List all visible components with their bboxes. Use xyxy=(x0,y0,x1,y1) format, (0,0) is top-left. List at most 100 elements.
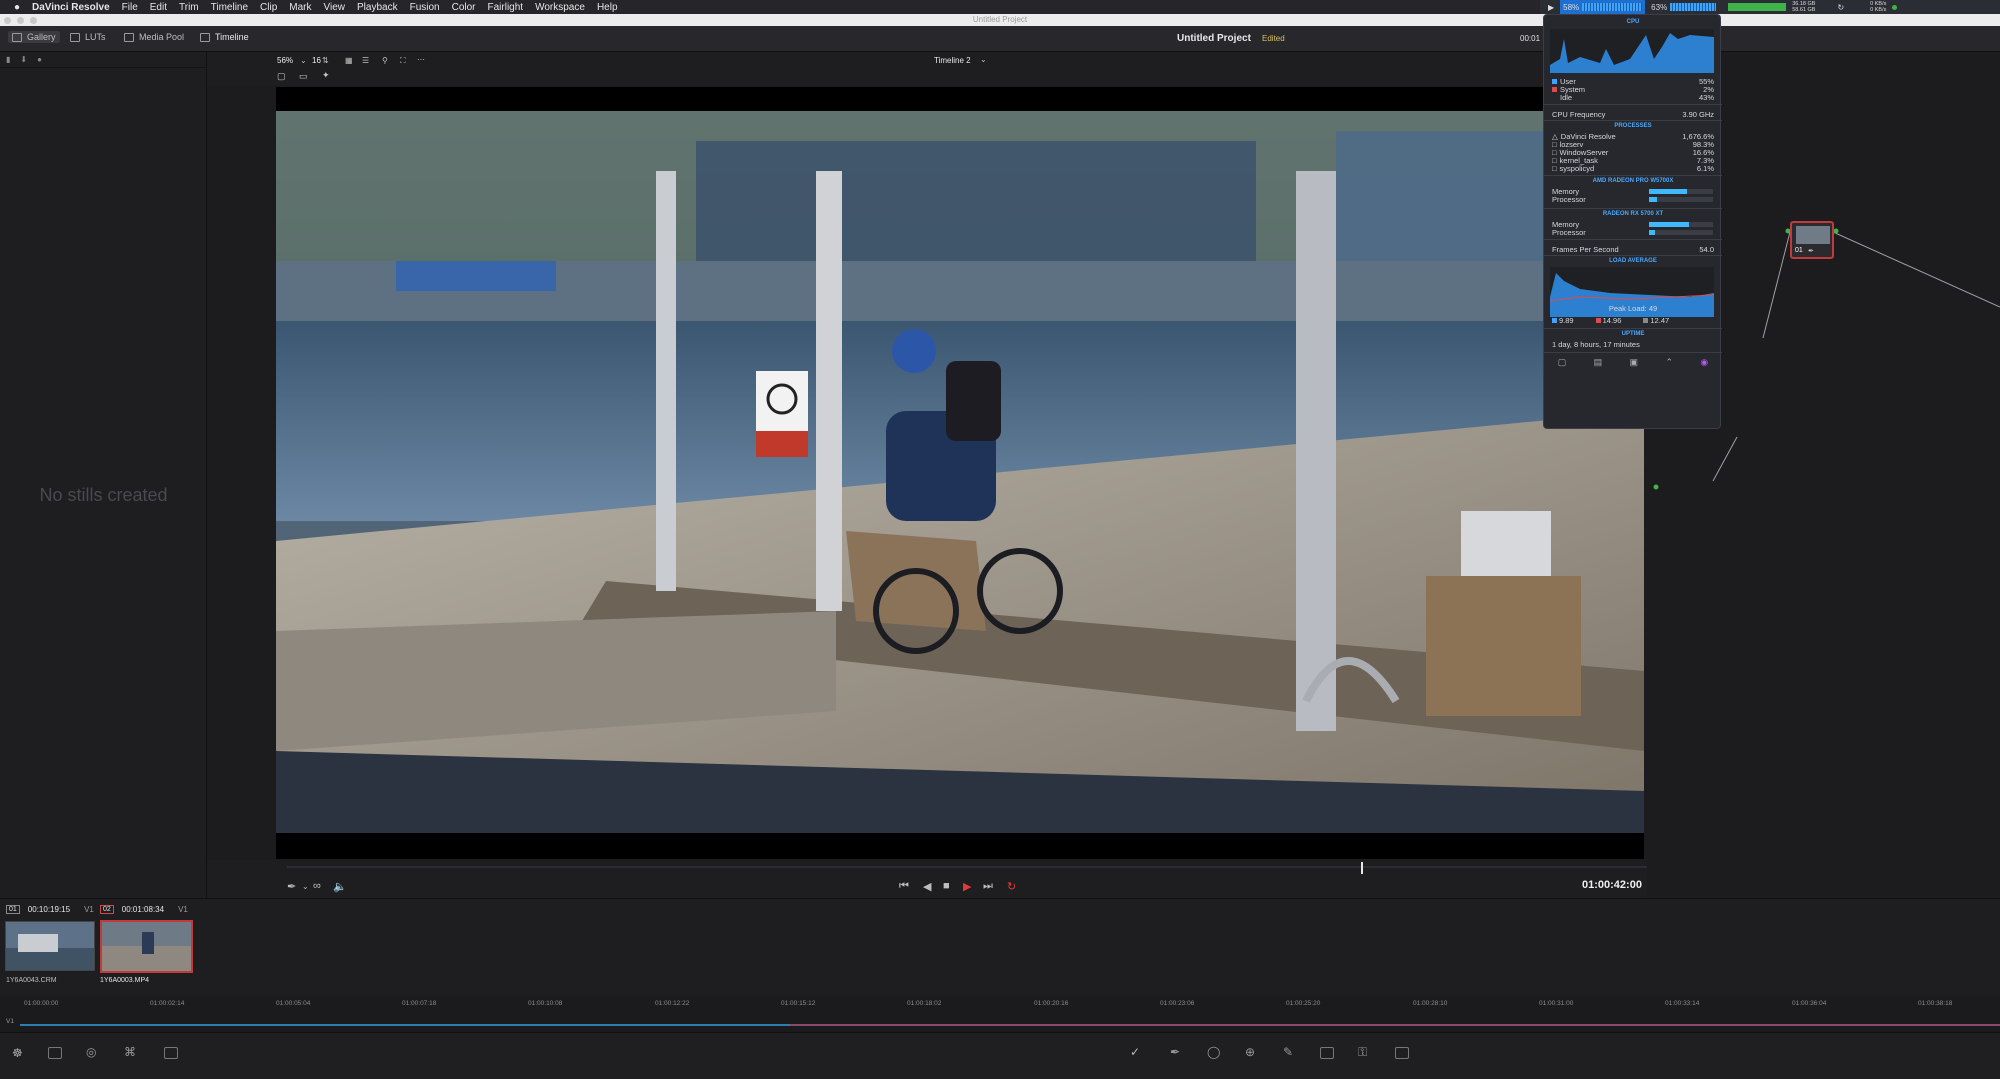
clip-thumbnail[interactable] xyxy=(100,920,193,973)
color-page-icon[interactable]: ☸ xyxy=(12,1046,23,1060)
load-15-value: 12.47 xyxy=(1650,316,1670,325)
sort-icon[interactable]: ⇅ xyxy=(322,56,329,65)
menu-view[interactable]: View xyxy=(324,2,346,13)
menu-trim[interactable]: Trim xyxy=(179,2,199,13)
zoom-level[interactable]: 56% xyxy=(277,56,293,65)
keyframes-icon[interactable] xyxy=(164,1047,178,1059)
tracker-icon[interactable]: ⊕ xyxy=(1245,1045,1255,1059)
menu-fairlight[interactable]: Fairlight xyxy=(488,2,524,13)
console-icon[interactable]: ▤ xyxy=(1594,357,1603,368)
nodes-icon[interactable] xyxy=(48,1047,62,1059)
node-tools-icon: ✒ xyxy=(1808,248,1814,255)
track-clip[interactable] xyxy=(790,1024,2000,1026)
stop-icon[interactable]: ■ xyxy=(943,880,950,892)
clip-timecode: 00:10:19:15 xyxy=(27,905,71,914)
track-clip[interactable] xyxy=(20,1024,790,1026)
tab-timeline[interactable]: Timeline xyxy=(200,32,249,42)
activity-monitor-icon[interactable]: ▢ xyxy=(1558,357,1567,368)
timeline-chevron-down-icon[interactable]: ⌄ xyxy=(980,55,987,64)
terminal-icon[interactable]: ▣ xyxy=(1630,357,1639,368)
color-wheel-icon[interactable]: ◉ xyxy=(1700,357,1708,368)
window-zoom-button[interactable] xyxy=(30,17,37,24)
magic-mask-icon[interactable]: ✎ xyxy=(1283,1045,1293,1059)
clip-thumbnail[interactable] xyxy=(5,921,95,971)
search-icon[interactable]: ⚲ xyxy=(382,56,388,65)
color-node[interactable]: 01 ✒ xyxy=(1790,221,1834,259)
tab-gallery[interactable]: Gallery xyxy=(8,31,60,43)
cpu-frequency-label: CPU Frequency xyxy=(1552,110,1606,119)
divider xyxy=(1544,352,1722,353)
tab-media-pool[interactable]: Media Pool xyxy=(124,32,184,42)
disk-bottom: 58.61 GB xyxy=(1792,7,1816,13)
vnc-icon[interactable]: ⌃ xyxy=(1665,357,1673,368)
menu-workspace[interactable]: Workspace xyxy=(535,2,585,13)
scrubber-playhead[interactable] xyxy=(1361,862,1364,874)
memory-graph[interactable] xyxy=(1728,3,1787,11)
app-menu[interactable]: DaVinci Resolve xyxy=(32,2,110,13)
jump-to-end-icon[interactable]: ⏭ xyxy=(983,880,993,893)
node-label: 01 xyxy=(1795,247,1803,254)
step-back-icon[interactable]: ◀ xyxy=(923,880,931,893)
divider xyxy=(1544,239,1722,240)
gpu-percent: 63% xyxy=(1651,2,1668,12)
brush-icon[interactable]: ✒ xyxy=(287,880,296,893)
grid-view-icon[interactable]: ▦ xyxy=(345,56,353,65)
media-pool-icon xyxy=(124,32,134,42)
menu-color[interactable]: Color xyxy=(452,2,476,13)
list-view-icon[interactable]: ☰ xyxy=(362,56,369,65)
timeline-name[interactable]: Timeline 2 xyxy=(934,56,971,65)
speaker-icon[interactable]: 🔈 xyxy=(333,880,347,893)
gallery-dot-icon[interactable]: ● xyxy=(37,55,42,64)
link-icon[interactable]: ∞ xyxy=(313,880,321,892)
window-icon[interactable]: ◯ xyxy=(1207,1045,1220,1059)
key-icon[interactable]: ⚿ xyxy=(1358,1045,1367,1060)
menu-help[interactable]: Help xyxy=(597,2,618,13)
cpu-stat[interactable]: 58% xyxy=(1560,0,1646,14)
fullscreen-icon[interactable]: ⛶ xyxy=(400,56,406,66)
video-viewer[interactable] xyxy=(276,87,1644,859)
timeline-track[interactable]: V1 xyxy=(0,1012,2000,1032)
gpu-stat[interactable]: 63% xyxy=(1651,2,1717,12)
zoom-chevron-down-icon[interactable]: ⌄ xyxy=(300,56,307,65)
play-icon[interactable]: ▶ xyxy=(963,880,971,893)
menu-clip[interactable]: Clip xyxy=(260,2,277,13)
bottom-toolbar: ☸ ◎ ⌘ ✓ ✒ ◯ ⊕ ✎ ⚿ xyxy=(0,1032,2000,1079)
sensors-icon[interactable]: ↻ xyxy=(1837,3,1844,12)
menu-mark[interactable]: Mark xyxy=(289,2,311,13)
window-close-button[interactable] xyxy=(4,17,11,24)
scrubber[interactable] xyxy=(287,866,1647,868)
timeline-ruler[interactable]: 01:00:00:00 01:00:02:14 01:00:05:04 01:0… xyxy=(0,996,2000,1012)
gallery-grab-icon[interactable]: ⬇ xyxy=(20,55,27,64)
qualifier-icon[interactable]: ✒ xyxy=(1170,1045,1180,1059)
target-icon[interactable]: ◎ xyxy=(86,1045,96,1059)
menu-edit[interactable]: Edit xyxy=(150,2,167,13)
menu-timeline[interactable]: Timeline xyxy=(211,2,248,13)
link-nodes-icon[interactable]: ⌘ xyxy=(124,1045,136,1059)
menu-fusion[interactable]: Fusion xyxy=(410,2,440,13)
curves-icon[interactable]: ✓ xyxy=(1130,1045,1140,1059)
viewer-mode-icon[interactable]: ▢ xyxy=(277,71,286,82)
net-stat[interactable]: 0 KB/s 0 KB/s xyxy=(1870,1,1886,13)
process-row[interactable]: □ syspolicyd 6.1% xyxy=(1552,164,1714,173)
disk-stat[interactable]: 36.18 GB 58.61 GB xyxy=(1792,1,1815,13)
blur-icon[interactable] xyxy=(1320,1047,1334,1059)
tab-luts-label: LUTs xyxy=(85,32,106,42)
brush-chevron-down-icon[interactable]: ⌄ xyxy=(302,882,309,891)
stats-play-icon[interactable]: ▶ xyxy=(1548,3,1554,12)
magic-wand-icon[interactable]: ✦ xyxy=(322,70,330,81)
viewer-timecode[interactable]: 01:00:42:00 xyxy=(1582,879,1642,891)
gallery-sidebar-icon[interactable]: ▮ xyxy=(6,55,10,64)
menu-file[interactable]: File xyxy=(122,2,138,13)
user-swatch xyxy=(1552,79,1557,84)
more-options-icon[interactable]: ⋯ xyxy=(417,55,425,64)
loop-icon[interactable]: ↻ xyxy=(1007,880,1016,893)
window-minimize-button[interactable] xyxy=(17,17,24,24)
viewer-size-icon[interactable]: ▭ xyxy=(299,71,308,82)
apple-menu-icon[interactable]: ● xyxy=(10,2,24,13)
system-stats-popover: CPU User 55% System 2% Idle 43% CPU Freq… xyxy=(1543,14,1722,429)
sizing-icon[interactable] xyxy=(1395,1047,1409,1059)
gpu2-processor-bar xyxy=(1649,230,1713,235)
tab-luts[interactable]: LUTs xyxy=(70,32,106,42)
menu-playback[interactable]: Playback xyxy=(357,2,398,13)
jump-to-start-icon[interactable]: ⏮ xyxy=(899,880,909,893)
